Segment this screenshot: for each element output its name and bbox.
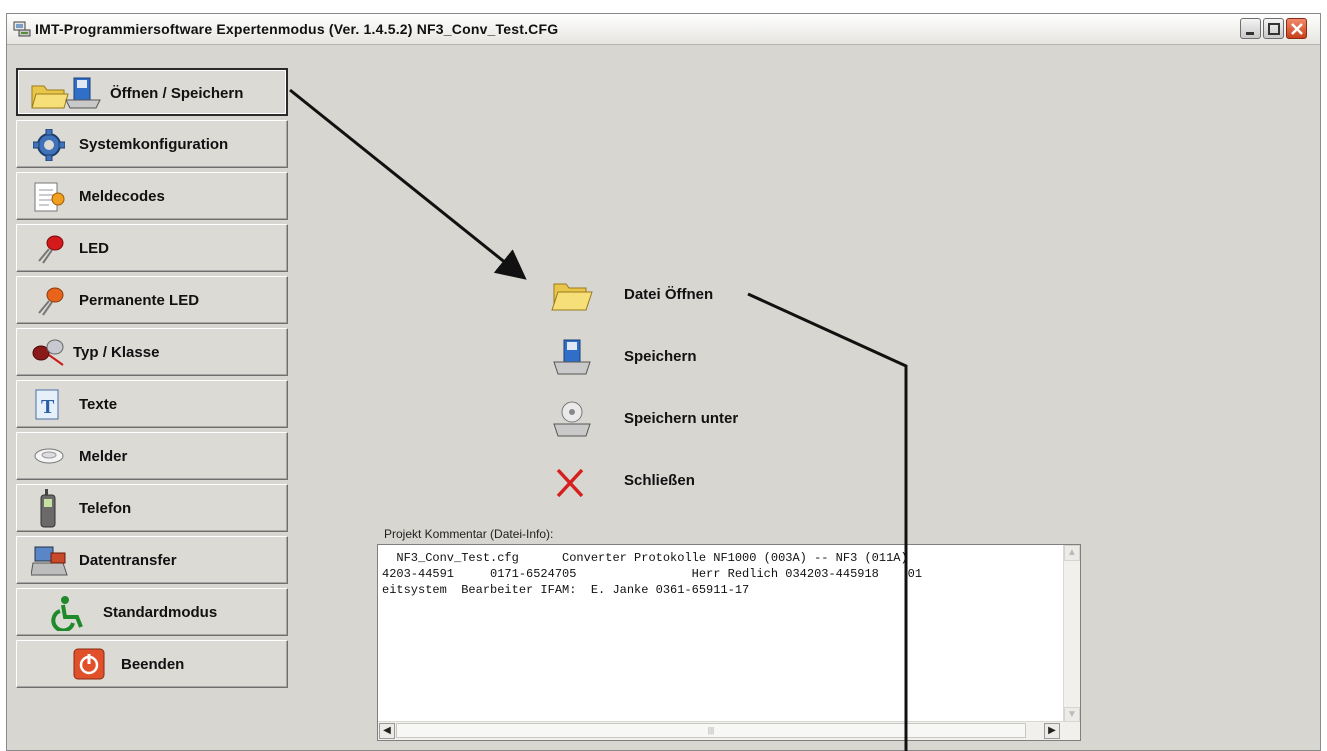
annotation-arrow-to-open xyxy=(289,88,527,280)
annotation-line-from-open xyxy=(747,292,908,751)
annotation-arrows xyxy=(289,88,908,751)
